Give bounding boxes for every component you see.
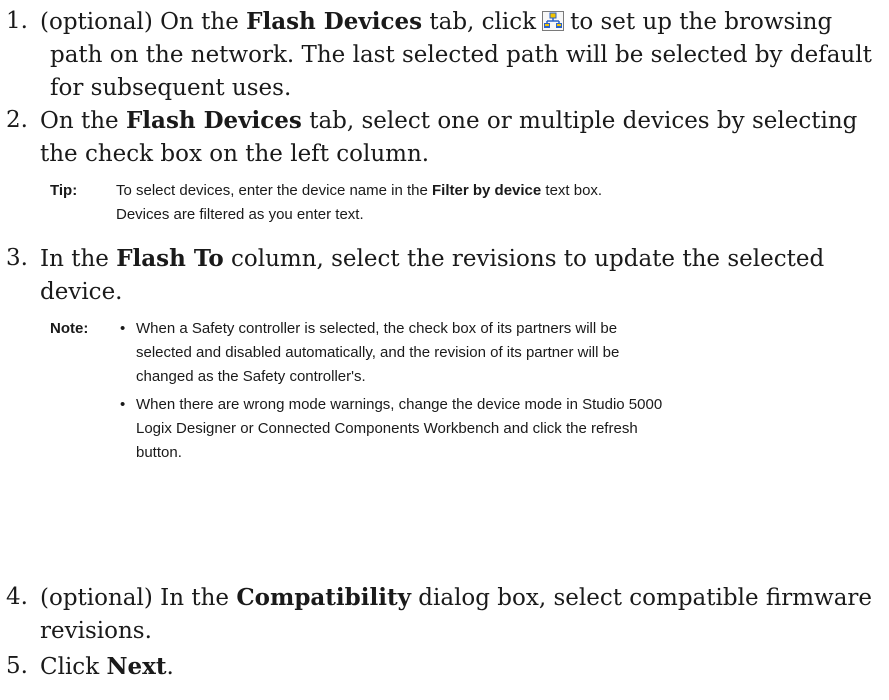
step-text-part: . [166,654,174,680]
step-text-part: (optional) In the [40,585,230,611]
note-bullet-item: • When a Safety controller is selected, … [116,317,766,389]
ui-term-filter-by-device: Filter by device [432,182,542,199]
step-number: 4. [6,584,28,610]
tip-text-part: To select devices, enter the device name… [116,182,428,199]
step-number: 5. [6,653,28,679]
tip-label: Tip: [50,182,78,199]
bullet-dot: • [120,396,126,413]
step-text-part: tab, select one or multiple devices by s… [309,108,858,134]
note-line: changed as the Safety controller's. [136,368,366,385]
step-number: 1. [6,8,28,34]
step-text: On the Flash Devices tab, select one or … [40,104,885,171]
step-line: Click Next. [40,650,885,684]
step-text: In the Flash To column, select the revis… [40,242,885,309]
step-text-part: (optional) On the [40,9,239,35]
ui-term-flash-devices: Flash Devices [125,107,302,134]
step-text-part: to set up the browsing [570,9,833,35]
note-line: When a Safety controller is selected, th… [136,320,618,337]
bullet-dot: • [120,320,126,337]
note-line: Logix Designer or Connected Components W… [136,420,638,437]
step-text-part: dialog box, select compatible firmware [418,585,873,611]
note-line: button. [136,444,182,461]
tip-body: To select devices, enter the device name… [116,179,766,227]
tip-line: To select devices, enter the device name… [116,179,766,203]
step-text: Click Next. [40,650,885,684]
step-line: In the Flash To column, select the revis… [40,242,885,276]
note-body: • When a Safety controller is selected, … [116,317,766,465]
ui-term-flash-to: Flash To [116,245,224,272]
step-text: (optional) In the Compatibility dialog b… [40,581,885,648]
step-text-part: On the [40,108,119,134]
tip-text-part: text box. [545,182,603,199]
step-text-part: In the [40,246,109,272]
step-line: revisions. [40,618,152,644]
step-number: 3. [6,245,28,271]
step-line: (optional) On the Flash Devices tab, cli… [40,5,885,39]
note-label: Note: [50,320,89,337]
note-bullet-item: • When there are wrong mode warnings, ch… [116,393,766,465]
step-text-part: column, select the revisions to update t… [230,246,825,272]
step-line: (optional) In the Compatibility dialog b… [40,581,885,615]
step-line: device. [40,279,123,305]
note-line: selected and disabled automatically, and… [136,344,620,361]
ui-term-flash-devices: Flash Devices [246,8,423,35]
step-line: On the Flash Devices tab, select one or … [40,104,885,138]
step-line: for subsequent uses. [50,75,292,101]
step-text-part: Click [40,654,100,680]
network-browse-icon [542,8,565,31]
step-line: path on the network. The last selected p… [50,42,872,68]
step-line: the check box on the left column. [40,141,430,167]
ui-term-next: Next [106,653,167,680]
instruction-document: 1. (optional) On the Flash Devices tab, … [0,0,889,700]
step-number: 2. [6,107,28,133]
step-text-part: tab, click [429,9,537,35]
ui-term-compatibility: Compatibility [236,584,411,611]
step-text: (optional) On the Flash Devices tab, cli… [40,5,885,105]
tip-line: Devices are filtered as you enter text. [116,206,364,223]
note-line: When there are wrong mode warnings, chan… [136,396,663,413]
